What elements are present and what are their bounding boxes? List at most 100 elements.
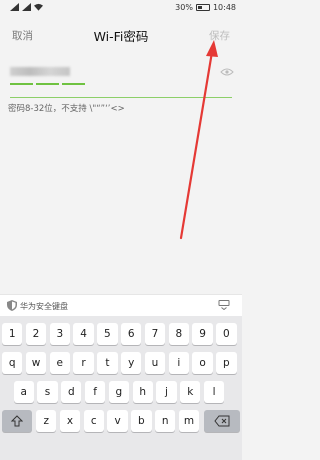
key-label: n [161, 415, 169, 427]
key-b[interactable]: b [131, 410, 152, 432]
key-2[interactable]: 2 [25, 323, 47, 345]
key-label: f [93, 386, 97, 398]
keyboard-header: 华为安全键盘 [0, 294, 242, 316]
key-label: 1 [8, 328, 16, 340]
key-label: x [66, 415, 74, 427]
key-6[interactable]: 6 [121, 323, 142, 345]
key-o[interactable]: o [192, 352, 213, 374]
key-label: u [151, 357, 159, 369]
status-bar: 30% 10:48 [0, 0, 242, 16]
wifi-icon [34, 3, 43, 11]
key-label: d [67, 386, 75, 398]
key-g[interactable]: g [108, 381, 130, 403]
key-p[interactable]: p [216, 352, 237, 374]
header: 取消 Wi-Fi密码 保存 [0, 22, 242, 48]
key-label: e [56, 357, 64, 369]
key-label: k [187, 386, 194, 398]
secure-keyboard: 1 2 3 4 5 6 7 8 9 0 q w e r t y u i o p a s d f g h j k l z x c v b n m [0, 316, 242, 460]
key-8[interactable]: 8 [168, 323, 189, 345]
key-label: v [114, 415, 121, 427]
key-h[interactable]: h [132, 381, 153, 403]
strength-segment [62, 83, 85, 85]
key-x[interactable]: x [59, 410, 81, 432]
key-n[interactable]: n [155, 410, 176, 432]
clock: 10:48 [212, 3, 236, 12]
key-d[interactable]: d [61, 381, 82, 403]
key-c[interactable]: c [83, 410, 104, 432]
key-k[interactable]: k [180, 381, 201, 403]
key-label: s [44, 386, 51, 398]
password-hint: 密码8-32位，不支持 \"“”‘’<> [8, 104, 125, 114]
password-value-masked [10, 67, 70, 76]
key-u[interactable]: u [144, 352, 166, 374]
key-4[interactable]: 4 [73, 323, 94, 345]
shift-icon [10, 415, 24, 427]
key-q[interactable]: q [2, 352, 23, 374]
key-5[interactable]: 5 [97, 323, 118, 345]
key-label: a [20, 386, 27, 398]
status-icons-right: 30% 10:48 [175, 3, 236, 12]
key-label: 8 [175, 328, 183, 340]
key-s[interactable]: s [37, 381, 58, 403]
delete-key[interactable] [204, 410, 240, 432]
status-icons-left [10, 3, 43, 11]
key-y[interactable]: y [121, 352, 142, 374]
key-i[interactable]: i [168, 352, 189, 374]
key-label: w [31, 357, 41, 369]
key-label: i [177, 357, 181, 369]
backspace-icon [214, 415, 230, 427]
shift-key[interactable] [2, 410, 32, 432]
key-label: 9 [199, 328, 206, 340]
key-label: y [128, 357, 135, 369]
key-label: 0 [223, 328, 230, 340]
key-label: g [115, 386, 123, 398]
key-label: r [81, 357, 86, 369]
key-label: 6 [127, 328, 135, 340]
key-m[interactable]: m [178, 410, 200, 432]
key-r[interactable]: r [73, 352, 94, 374]
key-0[interactable]: 0 [216, 323, 237, 345]
page-title: Wi-Fi密码 [93, 29, 149, 44]
keyboard-collapse-icon[interactable] [218, 300, 230, 310]
keyboard-title: 华为安全键盘 [20, 302, 68, 311]
key-label: z [43, 415, 49, 427]
key-t[interactable]: t [97, 352, 118, 374]
key-e[interactable]: e [49, 352, 70, 374]
key-label: h [139, 386, 147, 398]
battery-percent: 30% [175, 3, 193, 12]
key-7[interactable]: 7 [144, 323, 166, 345]
key-j[interactable]: j [156, 381, 177, 403]
save-button[interactable]: 保存 [209, 28, 230, 43]
key-label: 7 [151, 328, 159, 340]
strength-segment [36, 83, 59, 85]
key-a[interactable]: a [13, 381, 34, 403]
password-underline [10, 97, 232, 98]
key-label: 4 [80, 328, 87, 340]
strength-segment [10, 83, 33, 85]
key-label: l [212, 386, 216, 398]
key-l[interactable]: l [203, 381, 225, 403]
eye-icon[interactable] [220, 68, 234, 76]
key-v[interactable]: v [107, 410, 128, 432]
key-3[interactable]: 3 [49, 323, 70, 345]
signal-icon [22, 3, 31, 11]
key-label: t [105, 357, 110, 369]
key-label: q [8, 357, 16, 369]
key-1[interactable]: 1 [2, 323, 23, 345]
key-9[interactable]: 9 [192, 323, 213, 345]
shield-icon [7, 300, 17, 311]
key-label: c [90, 415, 97, 427]
key-label: b [138, 415, 145, 427]
key-z[interactable]: z [36, 410, 57, 432]
key-label: 5 [104, 328, 111, 340]
key-label: 2 [32, 328, 40, 340]
key-w[interactable]: w [25, 352, 47, 374]
password-field[interactable] [0, 58, 242, 94]
password-strength-meter [10, 83, 85, 85]
key-label: j [165, 386, 168, 398]
battery-icon [195, 4, 210, 11]
key-f[interactable]: f [84, 381, 106, 403]
key-label: 3 [56, 328, 64, 340]
key-label: p [223, 357, 230, 369]
key-label: o [199, 357, 206, 369]
